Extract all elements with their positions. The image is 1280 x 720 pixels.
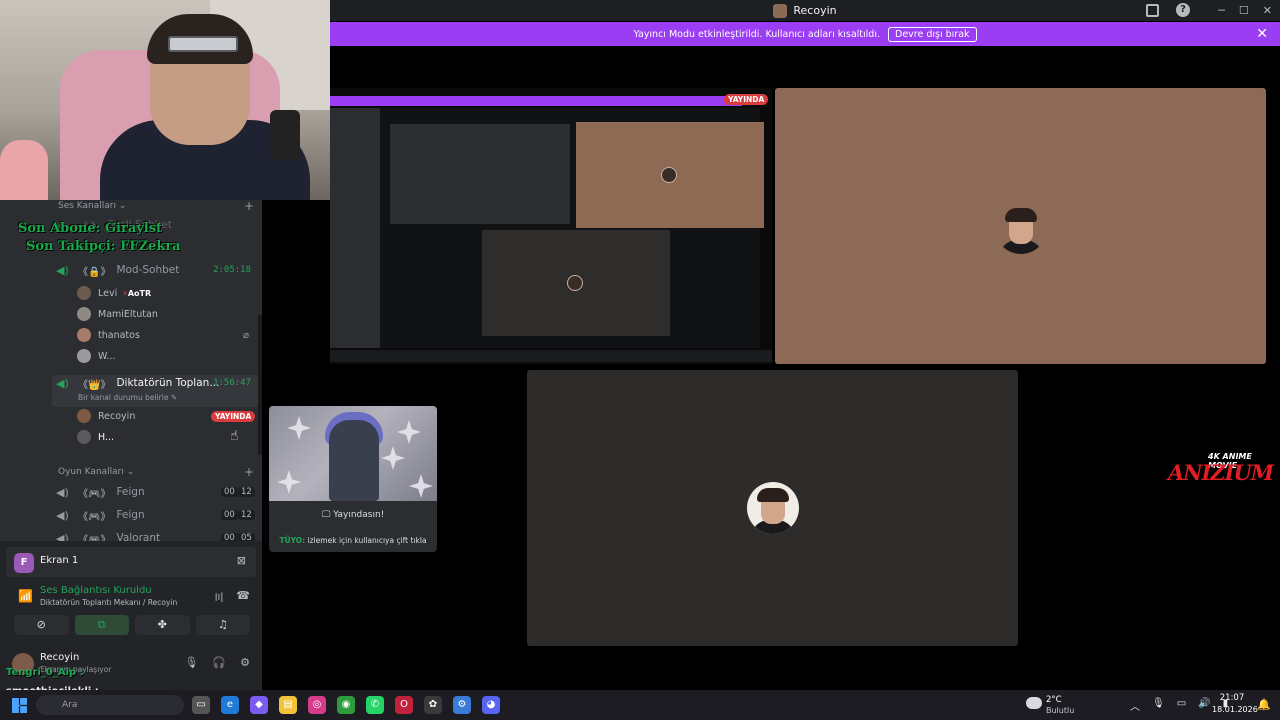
webcam-overlay: [0, 0, 330, 200]
network-icon: ▭: [1176, 698, 1187, 709]
chrome-icon[interactable]: ◉: [337, 696, 355, 714]
avatar: [995, 202, 1047, 254]
windows-taskbar: Ara ▭ e ◆ ▤ ◎ ◉ ✆ O ✿ ⚙ ◕ 2°C Bulutlu ︿ …: [0, 690, 1280, 720]
disable-button[interactable]: Devre dışı bırak: [888, 26, 977, 42]
signal-icon: 📶: [18, 589, 33, 603]
streamer-mode-banner: Yayıncı Modu etkinleştirildi. Kullanıcı …: [330, 22, 1280, 46]
voice-connected[interactable]: Ses Bağlantısı Kuruldu: [40, 585, 152, 596]
notification-icon[interactable]: 🔔: [1257, 698, 1271, 711]
camera-off-button[interactable]: ⊘: [14, 615, 69, 635]
activities-button[interactable]: ✤: [135, 615, 190, 635]
screen-name: Ekran 1: [40, 555, 79, 566]
voice-channel-path[interactable]: Diktatörün Toplantı Mekanı / Recoyin: [40, 598, 177, 607]
ss-avatar-2: [567, 275, 583, 291]
channel-game[interactable]: ◀) 《🎮》 Feign 00 12: [56, 482, 256, 502]
explorer-icon[interactable]: ▤: [279, 696, 297, 714]
screen-share-tile[interactable]: YAYINDA: [330, 88, 772, 364]
voice-user[interactable]: thanatos ⌀: [77, 326, 249, 344]
ss-avatar-1: [661, 167, 677, 183]
stop-share-icon[interactable]: ⊠: [237, 554, 246, 567]
title-avatar: [773, 3, 788, 18]
channel-diktator[interactable]: ◀) 《👑》 Diktatörün Toplan... 1:56:47: [56, 373, 256, 393]
screen-share-row[interactable]: F Ekran 1 ⊠: [6, 547, 256, 577]
edge-icon[interactable]: e: [221, 696, 239, 714]
add-channel-icon[interactable]: +: [244, 465, 254, 479]
noise-icon[interactable]: 〣: [213, 589, 224, 605]
banner-close-icon[interactable]: ✕: [1256, 26, 1268, 42]
live-badge: YAYINDA: [211, 411, 256, 422]
volume-icon: 🔊: [1198, 698, 1211, 709]
soundboard-button[interactable]: ♫: [195, 615, 250, 635]
voice-user[interactable]: W...: [77, 347, 115, 365]
ss-sidebar: [330, 108, 380, 348]
add-channel-icon[interactable]: +: [244, 199, 254, 213]
discord-icon[interactable]: ◕: [482, 696, 500, 714]
cloud-icon: [1026, 697, 1042, 709]
voice-user[interactable]: H...: [77, 428, 114, 446]
banner-text: Yayıncı Modu etkinleştirildi. Kullanıcı …: [633, 28, 880, 40]
copilot-icon[interactable]: ◆: [250, 696, 268, 714]
window-title: Recoyin: [793, 4, 837, 17]
ss-tile-brown: [576, 122, 764, 228]
headphones-icon[interactable]: 🎧: [212, 656, 226, 669]
mic-icon: 🎙: [1152, 698, 1165, 709]
speaker-icon: ◀): [56, 377, 69, 390]
participant-tile-dark[interactable]: [527, 370, 1018, 646]
channel-status[interactable]: Bir kanal durumu belirle ✎: [78, 393, 177, 402]
user-name[interactable]: Recoyin: [40, 652, 79, 663]
settings-gear-icon[interactable]: ⚙: [240, 656, 250, 669]
minimize-icon[interactable]: ─: [1218, 4, 1225, 17]
last-subscriber: Son Abone: Giraylst: [18, 221, 163, 236]
steam-icon[interactable]: ⚙: [453, 696, 471, 714]
tip-text: TÜYO: izlemek için kullanıcıya çift tıkl…: [279, 536, 427, 545]
stream-preview-art: [269, 406, 437, 501]
my-stream-preview[interactable]: 🖵 Yayındasın! TÜYO: izlemek için kullanı…: [269, 406, 437, 552]
whatsapp-icon[interactable]: ✆: [366, 696, 384, 714]
help-icon[interactable]: ?: [1176, 3, 1190, 17]
inbox-icon[interactable]: [1146, 4, 1159, 17]
voice-user-self[interactable]: Recoyin: [77, 407, 135, 425]
instagram-icon[interactable]: ◎: [308, 696, 326, 714]
ss-banner: [330, 96, 742, 106]
hand-cursor-icon: ☝: [230, 428, 239, 444]
sidebar-scrollbar[interactable]: [258, 315, 262, 455]
ss-taskbar: [330, 350, 772, 362]
speaker-icon: ◀): [56, 264, 69, 277]
maximize-icon[interactable]: ☐: [1239, 4, 1249, 17]
ss-nested-share: [390, 124, 570, 224]
anizium-logo: 4K ANIME MOVIE ANIZIUM: [1168, 452, 1274, 485]
category-voice[interactable]: Ses Kanalları ⌄ +: [58, 199, 254, 213]
disconnect-icon[interactable]: ☎: [236, 589, 250, 605]
window-titlebar: Recoyin ? ─ ☐ ✕: [330, 0, 1280, 21]
voice-user[interactable]: Levi ⚡AoTR: [77, 284, 151, 302]
chat-line: Tengri_0_Alp :: [6, 667, 84, 678]
start-icon[interactable]: [12, 698, 27, 713]
category-games[interactable]: Oyun Kanalları ⌄ +: [58, 465, 254, 479]
app-icon[interactable]: ✿: [424, 696, 442, 714]
channel-game[interactable]: ◀) 《🎮》 Feign 00 12: [56, 505, 256, 525]
taskbar-search[interactable]: Ara: [36, 695, 184, 715]
participant-tile-large[interactable]: [775, 88, 1266, 364]
muted-icon: ⌀: [243, 329, 250, 341]
voice-user[interactable]: MamiEltutan: [77, 305, 158, 323]
channel-mod-sohbet[interactable]: ◀) 《🔒》 Mod-Sohbet 2:05:18: [56, 260, 256, 280]
close-icon[interactable]: ✕: [1263, 4, 1272, 17]
clock[interactable]: 21:07 18.01.2026: [1212, 693, 1258, 714]
screen-share-button[interactable]: ⧉: [74, 615, 129, 635]
taskview-icon[interactable]: ▭: [192, 696, 210, 714]
ss-live-badge: YAYINDA: [724, 94, 769, 105]
chevron-up-icon: ︿: [1130, 702, 1140, 713]
ss-tile-dark: [482, 230, 670, 336]
screen-badge: F: [14, 553, 34, 573]
live-caption: 🖵 Yayındasın!: [321, 510, 385, 520]
weather-widget[interactable]: 2°C Bulutlu: [1026, 693, 1086, 717]
opera-icon[interactable]: O: [395, 696, 413, 714]
last-follower: Son Takipçi: FFZekra: [26, 239, 181, 254]
avatar: [747, 482, 799, 534]
mic-icon[interactable]: 🎙: [184, 656, 198, 669]
